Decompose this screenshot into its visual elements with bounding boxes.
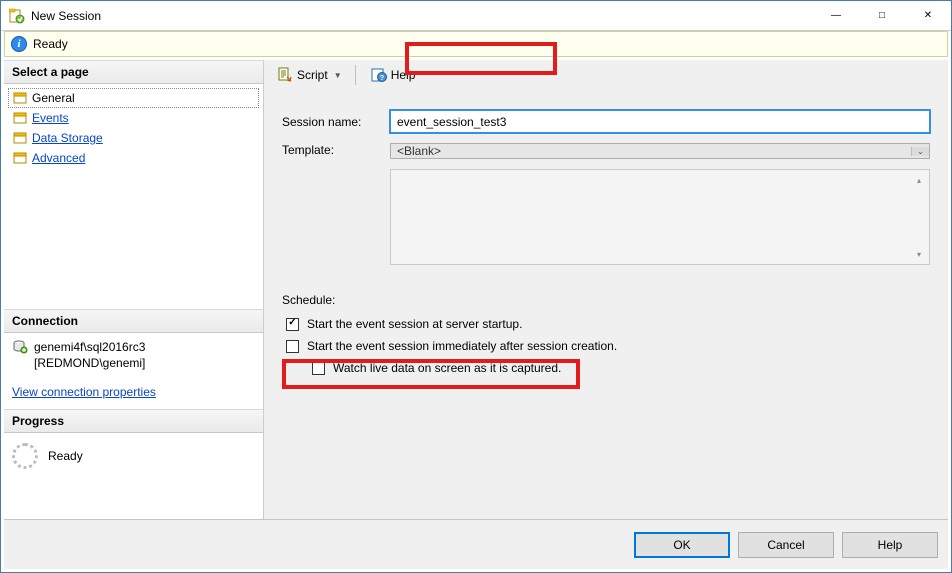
session-name-row: Session name: <box>282 110 930 133</box>
page-item-label: General <box>32 91 75 105</box>
script-button[interactable]: Script ▼ <box>270 64 347 86</box>
page-item-data-storage[interactable]: Data Storage <box>8 128 259 148</box>
template-description-box: ▴ ▾ <box>390 169 930 265</box>
app-icon <box>9 8 25 24</box>
connection-text: genemi4f\sql2016rc3 [REDMOND\genemi] <box>34 339 145 371</box>
minimize-button[interactable]: — <box>813 1 859 31</box>
window-controls: — □ ✕ <box>813 1 951 31</box>
close-button[interactable]: ✕ <box>905 1 951 31</box>
connection-header: Connection <box>4 309 263 333</box>
template-value: <Blank> <box>391 144 911 158</box>
page-list: General Events Data Storage Advanced <box>4 84 263 176</box>
page-icon <box>12 150 28 166</box>
session-name-input[interactable] <box>390 110 930 133</box>
help-icon: ? <box>371 67 387 83</box>
page-item-advanced[interactable]: Advanced <box>8 148 259 168</box>
schedule-option-startup[interactable]: Start the event session at server startu… <box>282 313 930 335</box>
server-icon <box>12 339 28 355</box>
connection-info: genemi4f\sql2016rc3 [REDMOND\genemi] <box>4 333 263 381</box>
page-icon <box>12 110 28 126</box>
schedule-label: Schedule: <box>282 293 930 307</box>
schedule-option-label: Start the event session immediately afte… <box>307 339 617 353</box>
help-label: Help <box>391 68 416 82</box>
scroll-up-icon[interactable]: ▴ <box>911 172 927 188</box>
help-button[interactable]: Help <box>842 532 938 558</box>
checkbox-icon[interactable] <box>286 340 299 353</box>
maximize-button[interactable]: □ <box>859 1 905 31</box>
template-combobox[interactable]: <Blank> ⌄ <box>390 143 930 159</box>
svg-text:?: ? <box>380 75 384 82</box>
chevron-down-icon[interactable]: ⌄ <box>911 147 929 156</box>
view-connection-properties-row: View connection properties <box>4 381 263 409</box>
schedule-option-label: Start the event session at server startu… <box>307 317 522 331</box>
chevron-down-icon[interactable]: ▼ <box>332 71 340 80</box>
window-title: New Session <box>31 9 813 23</box>
progress-spinner-icon <box>12 443 38 469</box>
checkbox-icon[interactable] <box>286 318 299 331</box>
progress-box: Ready <box>4 433 263 479</box>
info-icon: i <box>11 36 27 52</box>
select-page-header: Select a page <box>4 60 263 84</box>
page-item-label[interactable]: Data Storage <box>32 131 103 145</box>
template-row: Template: <Blank> ⌄ <box>282 143 930 159</box>
page-icon <box>12 90 28 106</box>
toolbar-separator <box>355 65 356 85</box>
form-area: Session name: Template: <Blank> ⌄ ▴ ▾ <box>264 90 948 519</box>
title-bar: New Session — □ ✕ <box>1 1 951 31</box>
page-item-general[interactable]: General <box>8 88 259 108</box>
script-label: Script <box>297 68 328 82</box>
checkbox-icon[interactable] <box>312 362 325 375</box>
cancel-button[interactable]: Cancel <box>738 532 834 558</box>
template-label: Template: <box>282 143 390 157</box>
page-item-label[interactable]: Events <box>32 111 69 125</box>
dialog-footer: OK Cancel Help <box>4 519 948 569</box>
page-item-label[interactable]: Advanced <box>32 151 85 165</box>
page-icon <box>12 130 28 146</box>
schedule-option-immediate[interactable]: Start the event session immediately afte… <box>282 335 930 357</box>
schedule-option-label: Watch live data on screen as it is captu… <box>333 361 561 375</box>
progress-text: Ready <box>48 449 83 463</box>
status-text: Ready <box>33 37 68 51</box>
session-name-label: Session name: <box>282 115 390 129</box>
status-strip: i Ready <box>4 31 948 57</box>
view-connection-properties-link[interactable]: View connection properties <box>12 385 156 399</box>
page-item-events[interactable]: Events <box>8 108 259 128</box>
new-session-dialog: New Session — □ ✕ i Ready Select a page … <box>0 0 952 573</box>
left-panel: Select a page General Events Data Storag… <box>4 60 264 519</box>
schedule-option-watch-live[interactable]: Watch live data on screen as it is captu… <box>282 357 930 379</box>
toolbar: Script ▼ ? Help <box>264 60 948 90</box>
help-button[interactable]: ? Help <box>364 64 423 86</box>
ok-button[interactable]: OK <box>634 532 730 558</box>
right-panel: Script ▼ ? Help Session name: Template: <box>264 60 948 519</box>
scroll-down-icon[interactable]: ▾ <box>911 246 927 262</box>
progress-header: Progress <box>4 409 263 433</box>
script-icon <box>277 67 293 83</box>
dialog-body: Select a page General Events Data Storag… <box>4 60 948 519</box>
